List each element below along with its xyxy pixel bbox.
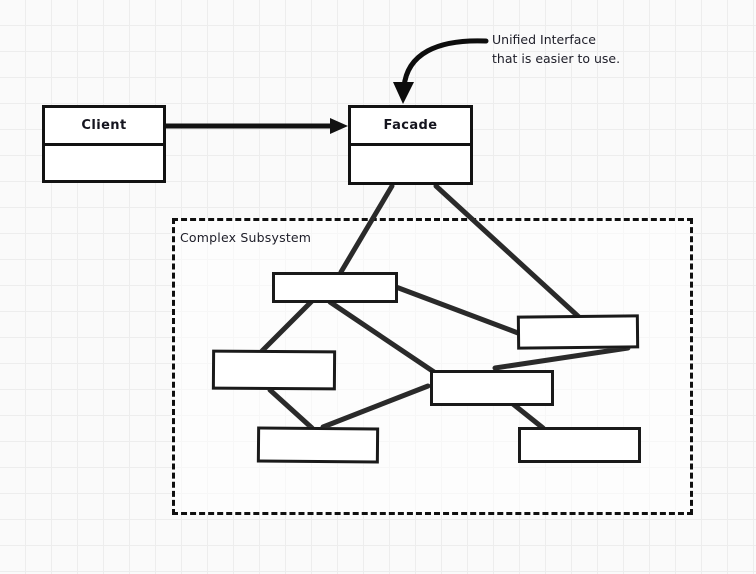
sub-a-to-sub-c-line bbox=[259, 297, 316, 354]
client-to-facade-arrow bbox=[165, 118, 348, 134]
sub-a-to-sub-b-line bbox=[393, 284, 521, 336]
facade-class-divider bbox=[351, 143, 470, 146]
unified-interface-callout-arrow bbox=[393, 38, 489, 104]
diagram-canvas: Complex Subsystem Client Facade Unified … bbox=[0, 0, 756, 574]
subsystem-box-b[interactable] bbox=[516, 314, 640, 350]
annotation-line-2: that is easier to use. bbox=[492, 51, 621, 66]
subsystem-box-d[interactable] bbox=[430, 370, 554, 406]
facade-to-sub-a-line bbox=[338, 183, 395, 275]
sub-b-to-sub-d-line bbox=[492, 345, 631, 371]
unified-interface-annotation: Unified Interface that is easier to use. bbox=[492, 30, 620, 68]
facade-class-box[interactable]: Facade bbox=[348, 105, 473, 185]
sub-d-to-sub-f-line bbox=[510, 401, 546, 431]
subsystem-box-e[interactable] bbox=[256, 426, 380, 464]
annotation-line-1: Unified Interface bbox=[492, 32, 596, 47]
sub-d-to-sub-e-line bbox=[320, 383, 431, 430]
subsystem-box-a[interactable] bbox=[272, 272, 398, 303]
client-class-divider bbox=[45, 143, 163, 146]
facade-class-title: Facade bbox=[383, 118, 438, 133]
subsystem-box-f[interactable] bbox=[518, 427, 641, 463]
client-class-box[interactable]: Client bbox=[42, 105, 166, 183]
client-class-title: Client bbox=[81, 118, 127, 133]
sub-c-to-sub-e-line bbox=[267, 387, 315, 431]
facade-to-sub-b-line bbox=[433, 183, 583, 321]
sub-a-to-sub-d-line bbox=[327, 299, 437, 375]
subsystem-box-c[interactable] bbox=[211, 349, 337, 391]
